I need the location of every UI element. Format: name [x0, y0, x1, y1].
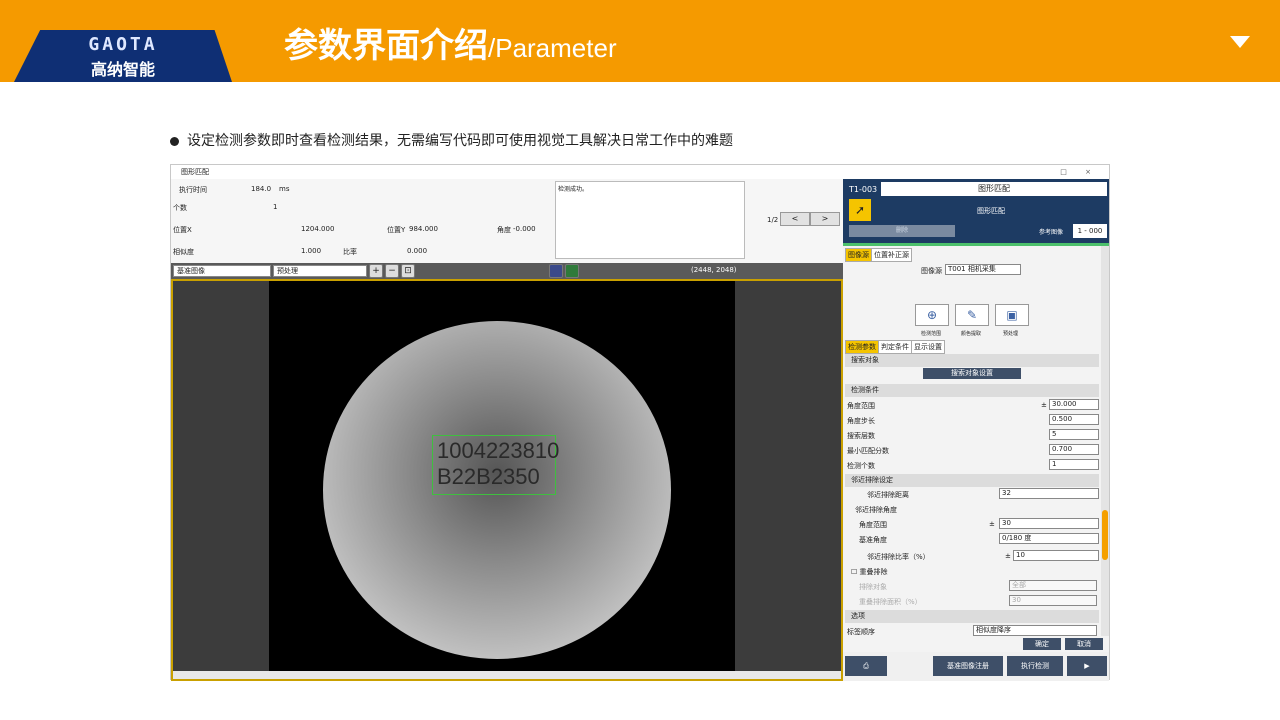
- neighbor-ratio-input[interactable]: 10: [1013, 550, 1099, 561]
- detect-count-input[interactable]: 1: [1049, 459, 1099, 470]
- source-tabs: 图像源 位置补正源: [845, 248, 912, 262]
- sort-select[interactable]: 相似度降序: [973, 625, 1097, 636]
- register-button[interactable]: 基准图像注册: [933, 656, 1003, 676]
- window-titlebar: 图形匹配 □ ×: [171, 165, 1109, 179]
- ref-image-field[interactable]: 1 - 000: [1073, 224, 1107, 238]
- angle-range-input[interactable]: 30.000: [1049, 399, 1099, 410]
- save-icon[interactable]: ⎙: [845, 656, 887, 676]
- zoom-in-icon[interactable]: +: [369, 264, 383, 278]
- options-section: 选项: [845, 610, 1099, 623]
- scroll-thumb[interactable]: [1102, 510, 1108, 560]
- color-mode-icon[interactable]: [549, 264, 563, 278]
- overlap-checkbox[interactable]: ☐ 重叠排除: [851, 567, 1105, 577]
- tool-code: T1-003: [849, 185, 878, 194]
- tab-display[interactable]: 显示设置: [911, 340, 945, 354]
- tab-image-source[interactable]: 图像源: [845, 248, 872, 262]
- preprocess-icon[interactable]: ▣: [995, 304, 1029, 326]
- delete-button[interactable]: 删除: [849, 225, 955, 237]
- search-obj-button[interactable]: 搜索对象设置: [923, 368, 1021, 379]
- image-viewport[interactable]: 1004223810 B22B2350: [171, 279, 843, 681]
- roi-toggle-icon[interactable]: [565, 264, 579, 278]
- image-source-select[interactable]: T001 相机采集: [945, 264, 1021, 275]
- base-angle-select[interactable]: 0/180 度: [999, 533, 1099, 544]
- image-size: (2448, 2048): [691, 266, 737, 274]
- zoom-fit-icon[interactable]: ⊡: [401, 264, 415, 278]
- neighbor-dist-input[interactable]: 32: [999, 488, 1099, 499]
- image-select[interactable]: 基准图像: [173, 265, 271, 277]
- color-extract-icon[interactable]: ✎: [955, 304, 989, 326]
- ok-button[interactable]: 确定: [1023, 638, 1061, 650]
- dropdown-triangle-icon[interactable]: [1230, 36, 1250, 48]
- neighbor-angle-input[interactable]: 30: [999, 518, 1099, 529]
- angle-step-input[interactable]: 0.500: [1049, 414, 1099, 425]
- pattern-match-icon: ➚: [849, 199, 871, 221]
- prev-button[interactable]: <: [780, 212, 810, 226]
- company-logo: GAOTA 高纳智能: [14, 30, 232, 82]
- detection-result-box: 检测成功。: [555, 181, 745, 259]
- zoom-out-icon[interactable]: −: [385, 264, 399, 278]
- tab-detect-params[interactable]: 检测参数: [845, 340, 879, 354]
- exec-step-icon[interactable]: ▶: [1067, 656, 1107, 676]
- exec-button[interactable]: 执行检测: [1007, 656, 1063, 676]
- cancel-button[interactable]: 取消: [1065, 638, 1103, 650]
- bullet-text: 设定检测参数即时查看检测结果，无需编写代码即可使用视觉工具解决日常工作中的难题: [170, 130, 733, 150]
- preprocess-select[interactable]: 预处理: [273, 265, 367, 277]
- overlap-area-input[interactable]: 30: [1009, 595, 1097, 606]
- settings-panel: T1-003 图形匹配 ➚ 图形匹配 删除 参考图像 1 - 000 图像源 位置…: [843, 179, 1109, 681]
- param-tabs: 检测参数 判定条件 显示设置: [845, 340, 945, 354]
- match-roi[interactable]: 1004223810 B22B2350: [432, 435, 559, 495]
- neighbor-section: 邻近排除设定: [845, 474, 1099, 487]
- tool-name[interactable]: 图形匹配: [881, 182, 1107, 196]
- detect-range-icon[interactable]: ⊕: [915, 304, 949, 326]
- cond-section: 检测条件: [845, 384, 1099, 397]
- panel-scrollbar[interactable]: [1101, 246, 1109, 636]
- min-score-input[interactable]: 0.700: [1049, 444, 1099, 455]
- tab-position-source[interactable]: 位置补正源: [871, 248, 912, 262]
- image-toolbar: 基准图像 预处理 + − ⊡ (2448, 2048): [171, 263, 843, 279]
- tab-judge-cond[interactable]: 判定条件: [878, 340, 912, 354]
- camera-image: 1004223810 B22B2350: [269, 281, 735, 671]
- exclude-obj-select[interactable]: 全部: [1009, 580, 1097, 591]
- search-obj-section: 搜索对象: [845, 354, 1099, 367]
- app-window: 图形匹配 □ × 执行时间 184.0 ms 个数 1 位置X 1204.000…: [170, 164, 1110, 681]
- slide-header: GAOTA 高纳智能 参数界面介绍/Parameter: [0, 0, 1280, 82]
- window-controls[interactable]: □ ×: [1060, 165, 1099, 179]
- bottom-actions: ⎙ 基准图像注册 执行检测 ▶: [843, 652, 1109, 681]
- slide-title: 参数界面介绍/Parameter: [284, 26, 617, 66]
- bullet-dot-icon: [170, 136, 179, 146]
- param-panel: 图像源 位置补正源 图像源 T001 相机采集 ⊕ ✎ ▣ 检测范围 颜色提取 预…: [843, 246, 1109, 652]
- tool-header: T1-003 图形匹配 ➚ 图形匹配 删除 参考图像 1 - 000: [843, 179, 1109, 243]
- search-layers-input[interactable]: 5: [1049, 429, 1099, 440]
- next-button[interactable]: >: [810, 212, 840, 226]
- horizontal-scrollbar[interactable]: [173, 671, 841, 679]
- page-indicator: 1/2: [767, 216, 779, 224]
- image-area: 执行时间 184.0 ms 个数 1 位置X 1204.000 位置Y 984.…: [171, 179, 843, 681]
- result-info: 执行时间 184.0 ms 个数 1 位置X 1204.000 位置Y 984.…: [171, 179, 843, 263]
